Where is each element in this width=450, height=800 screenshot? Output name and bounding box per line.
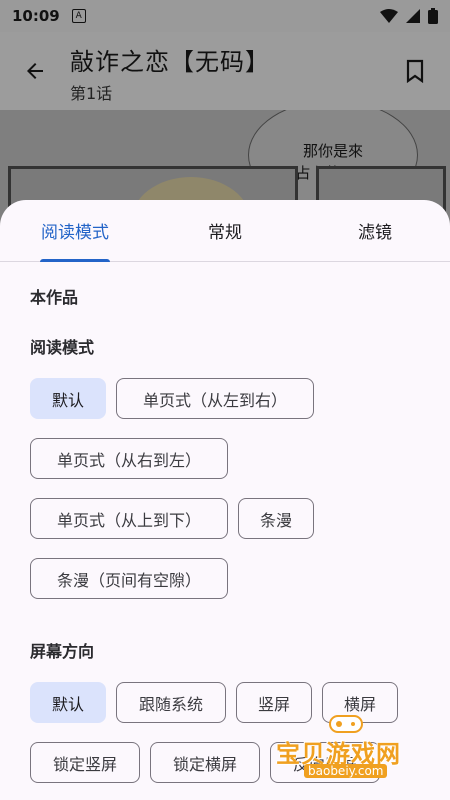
tab-filter[interactable]: 滤镜 [300, 200, 450, 261]
tab-general[interactable]: 常规 [150, 200, 300, 261]
chip-orientation-default[interactable]: 默认 [30, 682, 106, 723]
back-button[interactable] [18, 54, 52, 88]
chip-orientation-lock-landscape[interactable]: 锁定横屏 [150, 742, 260, 783]
signal-icon [406, 9, 420, 23]
gamepad-icon [329, 715, 363, 733]
tab-reading-mode[interactable]: 阅读模式 [0, 200, 150, 261]
chip-reading-webtoon-gap[interactable]: 条漫（页间有空隙） [30, 558, 228, 599]
watermark: 宝贝游戏网 baobeiy.com [276, 712, 446, 782]
status-time: 10:09 [12, 7, 60, 25]
status-icons [380, 8, 438, 24]
chip-orientation-lock-portrait[interactable]: 锁定竖屏 [30, 742, 140, 783]
tab-bar: 阅读模式 常规 滤镜 [0, 200, 450, 262]
status-bar: 10:09 A [0, 0, 450, 32]
page-title: 敲诈之恋【无码】 [70, 48, 270, 76]
chip-reading-webtoon[interactable]: 条漫 [238, 498, 314, 539]
tab-label: 滤镜 [358, 223, 392, 243]
bookmark-icon [406, 59, 424, 83]
bubble-line-1: 那你是來 [302, 142, 363, 160]
bookmark-button[interactable] [398, 54, 432, 88]
app-bar: 敲诈之恋【无码】 第1话 [0, 32, 450, 110]
orientation-label: 屏幕方向 [30, 642, 95, 661]
tab-label: 常规 [208, 223, 242, 243]
chip-reading-rtl[interactable]: 单页式（从右到左） [30, 438, 228, 479]
chip-orientation-system[interactable]: 跟随系统 [116, 682, 226, 723]
tab-indicator [40, 259, 110, 262]
battery-icon [428, 8, 438, 24]
chip-reading-ltr[interactable]: 单页式（从左到右） [116, 378, 314, 419]
chip-reading-ttb[interactable]: 单页式（从上到下） [30, 498, 228, 539]
arrow-back-icon [27, 63, 43, 79]
reading-mode-label: 阅读模式 [30, 338, 95, 357]
chip-reading-default[interactable]: 默认 [30, 378, 106, 419]
chapter-subtitle: 第1话 [70, 84, 113, 103]
scope-label: 本作品 [30, 288, 79, 307]
reader-settings-sheet: 阅读模式 常规 滤镜 本作品 阅读模式 默认 单页式（从左到右） 单页式（从右到… [0, 200, 450, 800]
wifi-icon [380, 9, 398, 23]
notification-icon: A [71, 9, 86, 23]
tab-label: 阅读模式 [41, 223, 109, 243]
watermark-url: baobeiy.com [304, 764, 388, 778]
